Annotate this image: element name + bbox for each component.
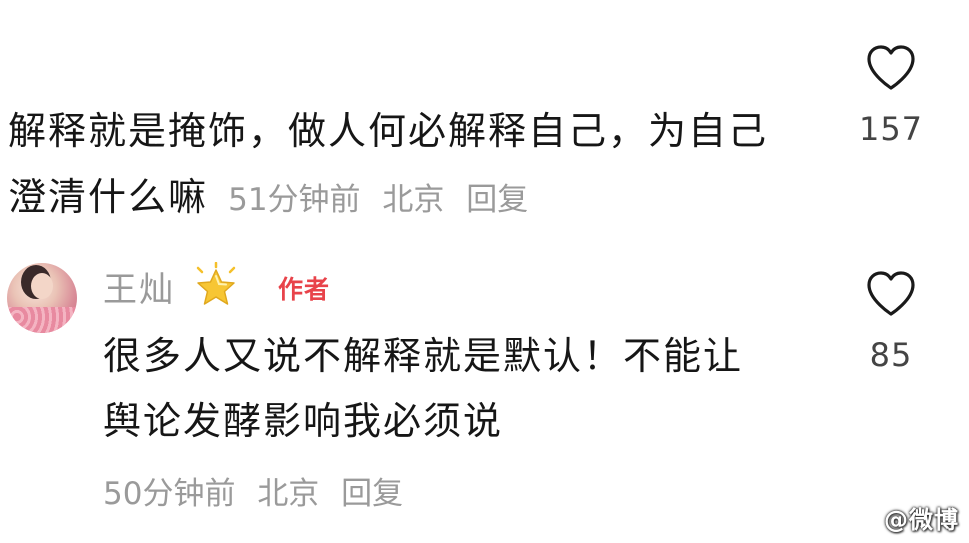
comment-1-like-count: 157	[858, 110, 924, 148]
comment-1-like: 157	[836, 44, 946, 148]
star-icon	[190, 261, 242, 314]
comment-2-text-line-2: 舆论发酵影响我必须说	[103, 399, 504, 443]
heart-outline-icon[interactable]	[865, 44, 917, 92]
comment-1-reply-button[interactable]: 回复	[466, 182, 528, 218]
comment-2-like: 85	[836, 270, 946, 374]
avatar-face	[31, 273, 53, 299]
comment-1-time: 51分钟前	[228, 182, 361, 218]
author-tag: 作者	[278, 275, 331, 304]
comment-1-meta: 51分钟前 北京 回复	[228, 182, 540, 218]
comment-2-text-line-1: 很多人又说不解释就是默认！不能让	[103, 334, 744, 378]
author-name[interactable]: 王灿	[103, 262, 175, 311]
avatar[interactable]	[7, 263, 77, 333]
comment-1-text-line-2-row: 澄清什么嘛 51分钟前 北京 回复	[8, 164, 540, 233]
comment-2-like-count: 85	[869, 336, 913, 374]
comment-1-text-line-1: 解释就是掩饰，做人何必解释自己，为自己	[8, 109, 769, 153]
comment-1-location: 北京	[382, 182, 445, 218]
comment-2-reply-button[interactable]: 回复	[341, 476, 403, 512]
comment-2-location: 北京	[257, 476, 320, 512]
comment-1-text-line-2: 澄清什么嘛	[8, 175, 209, 219]
comment-2-time: 50分钟前	[103, 476, 236, 512]
avatar-roses	[7, 307, 77, 333]
heart-outline-icon[interactable]	[865, 270, 917, 318]
comment-2-meta: 50分钟前 北京 回复	[103, 468, 415, 513]
watermark: @微博	[884, 506, 959, 534]
